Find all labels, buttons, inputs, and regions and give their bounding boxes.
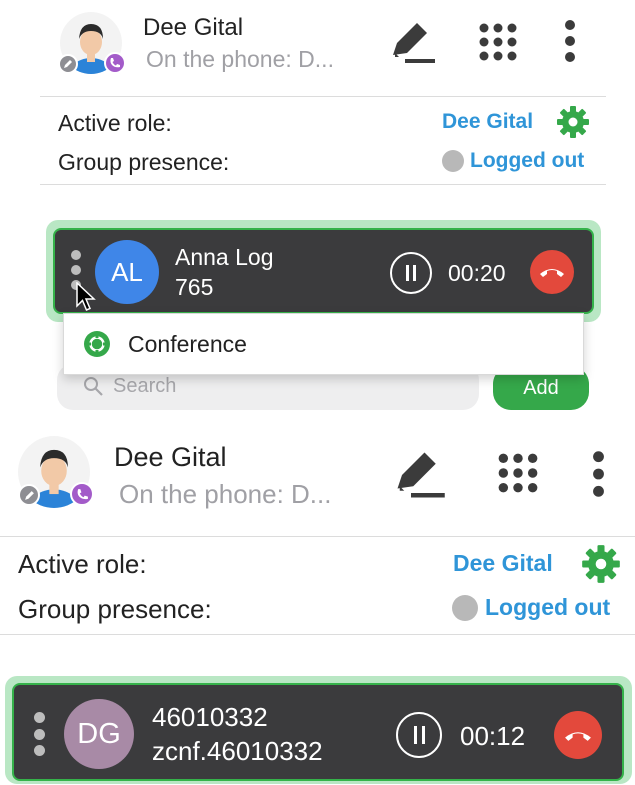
pencil-icon[interactable] xyxy=(392,450,448,500)
more-vertical-icon[interactable] xyxy=(558,18,582,64)
gear-icon[interactable] xyxy=(580,543,622,585)
caller-number: 765 xyxy=(175,274,214,300)
menu-item-conference[interactable]: Conference xyxy=(64,314,583,374)
hangup-button[interactable] xyxy=(554,711,602,759)
more-vertical-icon[interactable] xyxy=(586,449,610,499)
call-card[interactable]: AL Anna Log 765 00:20 xyxy=(53,228,594,314)
phone-icon xyxy=(77,488,88,499)
call-options-handle[interactable] xyxy=(34,712,45,756)
search-icon xyxy=(84,377,103,396)
pause-button[interactable] xyxy=(390,252,432,294)
hangup-button[interactable] xyxy=(530,250,574,294)
presence-dot xyxy=(442,150,464,172)
dialpad-icon[interactable] xyxy=(476,20,520,64)
hangup-icon xyxy=(540,269,564,277)
user-name: Dee Gital xyxy=(114,442,227,472)
divider xyxy=(0,634,635,635)
group-presence-label: Group presence: xyxy=(58,149,230,175)
group-presence-label: Group presence: xyxy=(18,594,212,624)
user-status: On the phone: D... xyxy=(146,46,334,72)
group-presence-value[interactable]: Logged out xyxy=(470,149,584,173)
gear-icon[interactable] xyxy=(555,104,591,140)
caller-avatar: AL xyxy=(95,240,159,304)
active-role-value[interactable]: Dee Gital xyxy=(442,110,533,134)
conference-icon xyxy=(84,331,110,357)
active-role-value[interactable]: Dee Gital xyxy=(453,550,553,577)
user-avatar[interactable] xyxy=(58,12,126,74)
divider xyxy=(40,96,606,97)
phone-status-badge xyxy=(104,52,126,74)
edit-status-badge[interactable] xyxy=(58,54,78,74)
call-card[interactable]: DG 46010332 zcnf.46010332 00:12 xyxy=(12,683,624,781)
search-placeholder: Search xyxy=(113,375,177,397)
caller-number: zcnf.46010332 xyxy=(152,736,323,766)
phone-icon xyxy=(110,58,120,68)
menu-item-label: Conference xyxy=(128,331,247,357)
edit-status-badge[interactable] xyxy=(18,484,40,506)
active-role-label: Active role: xyxy=(58,110,172,136)
pencil-small-icon xyxy=(64,60,72,68)
caller-avatar: DG xyxy=(64,699,134,769)
group-presence-value[interactable]: Logged out xyxy=(485,594,610,621)
pause-button[interactable] xyxy=(396,712,442,758)
active-role-label: Active role: xyxy=(18,549,147,579)
user-name: Dee Gital xyxy=(143,14,244,41)
divider xyxy=(0,536,635,537)
caller-name: Anna Log xyxy=(175,244,274,270)
presence-dot xyxy=(452,595,478,621)
caller-name: 46010332 xyxy=(152,702,268,732)
call-options-menu: Conference xyxy=(63,313,584,375)
dialpad-icon[interactable] xyxy=(495,450,541,496)
pencil-icon[interactable] xyxy=(388,20,438,66)
phone-status-badge xyxy=(70,482,94,506)
divider xyxy=(40,184,606,185)
user-avatar[interactable] xyxy=(18,436,96,508)
caller-initials: AL xyxy=(111,256,143,287)
user-status: On the phone: D... xyxy=(119,479,332,509)
mouse-cursor-icon xyxy=(76,282,96,311)
pencil-small-icon xyxy=(24,490,34,500)
hangup-icon xyxy=(565,731,591,741)
call-timer: 00:12 xyxy=(460,721,526,751)
call-timer: 00:20 xyxy=(448,260,506,286)
caller-initials: DG xyxy=(77,717,121,750)
